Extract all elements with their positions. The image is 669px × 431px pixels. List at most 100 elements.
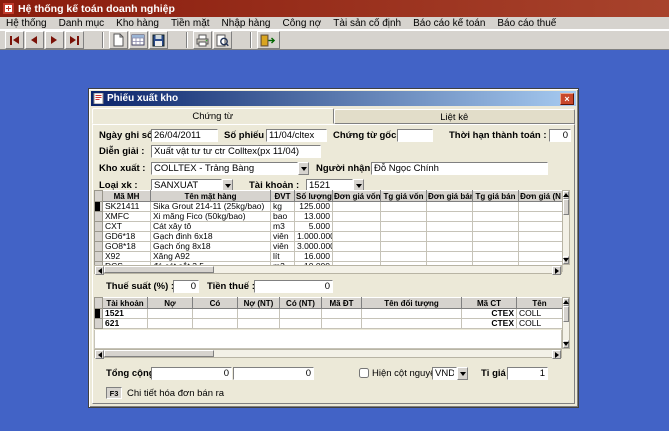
cell[interactable] — [322, 309, 362, 319]
dialog-titlebar[interactable]: Phiếu xuất kho × — [91, 91, 576, 106]
cell[interactable]: 1521 — [103, 309, 148, 319]
row-selector[interactable] — [95, 222, 103, 232]
items-grid-vscrollbar[interactable] — [562, 190, 570, 265]
cell[interactable]: 621 — [103, 319, 148, 329]
menu-tai-san[interactable]: Tài sản cố định — [327, 17, 407, 30]
previous-record-button[interactable] — [25, 31, 44, 49]
ngay-ghi-so-field[interactable] — [151, 129, 218, 142]
first-record-button[interactable] — [5, 31, 24, 49]
print-button[interactable] — [193, 31, 212, 49]
cell[interactable] — [519, 242, 563, 252]
cell[interactable] — [473, 232, 519, 242]
cell[interactable]: 5.000 — [295, 222, 333, 232]
row-selector[interactable] — [95, 309, 103, 319]
cell[interactable] — [362, 309, 462, 319]
cell[interactable]: CTEX — [462, 319, 517, 329]
cell[interactable] — [381, 242, 427, 252]
cell[interactable] — [322, 319, 362, 329]
cell[interactable] — [427, 202, 473, 212]
save-button[interactable] — [149, 31, 168, 49]
cell[interactable]: GD6*18 — [103, 232, 151, 242]
cell[interactable] — [333, 252, 381, 262]
cell[interactable] — [148, 309, 193, 319]
cell[interactable] — [193, 309, 238, 319]
cell[interactable]: Xi măng Fico (50kg/bao) — [151, 212, 271, 222]
tab-chung-tu[interactable]: Chứng từ — [92, 108, 334, 124]
row-selector[interactable] — [95, 202, 103, 212]
cell[interactable]: 3.000.000 — [295, 242, 333, 252]
cell[interactable]: viên — [271, 242, 295, 252]
cell[interactable] — [333, 202, 381, 212]
cell[interactable]: viên — [271, 232, 295, 242]
scroll-thumb[interactable] — [104, 350, 214, 357]
ti-gia-field[interactable] — [507, 367, 548, 380]
scroll-thumb[interactable] — [104, 266, 214, 273]
nguoi-nhan-field[interactable] — [371, 162, 548, 175]
cell[interactable]: 16.000 — [295, 252, 333, 262]
scroll-left-button[interactable] — [95, 266, 104, 275]
cell[interactable] — [333, 222, 381, 232]
cell[interactable] — [519, 232, 563, 242]
dien-giai-field[interactable] — [151, 145, 321, 158]
kho-xuat-field[interactable] — [151, 162, 298, 175]
cell[interactable]: COLL — [517, 319, 563, 329]
scroll-thumb[interactable] — [563, 306, 569, 322]
cell[interactable]: Gạch ống 8x18 — [151, 242, 271, 252]
cell[interactable] — [333, 242, 381, 252]
f3-key-button[interactable]: F3 — [106, 387, 122, 399]
cell[interactable]: GO8*18 — [103, 242, 151, 252]
cell[interactable]: COLL — [517, 309, 563, 319]
cell[interactable] — [381, 222, 427, 232]
hien-cot-nguyen-te-checkbox[interactable] — [359, 368, 369, 378]
cell[interactable] — [473, 222, 519, 232]
exit-button[interactable] — [257, 31, 280, 49]
scroll-down-button[interactable] — [563, 256, 569, 264]
scroll-right-button[interactable] — [552, 350, 561, 359]
cell[interactable] — [362, 319, 462, 329]
menu-cong-no[interactable]: Công nợ — [276, 17, 327, 30]
menu-he-thong[interactable]: Hệ thống — [0, 17, 53, 30]
cell[interactable]: lít — [271, 252, 295, 262]
row-selector[interactable] — [95, 242, 103, 252]
menu-bao-cao-thue[interactable]: Báo cáo thuế — [491, 17, 562, 30]
cell[interactable] — [280, 309, 322, 319]
cell[interactable] — [381, 202, 427, 212]
scroll-down-button[interactable] — [563, 340, 569, 348]
cell[interactable] — [473, 212, 519, 222]
cell[interactable] — [427, 212, 473, 222]
cell[interactable]: SK21411 — [103, 202, 151, 212]
cell[interactable] — [148, 319, 193, 329]
cell[interactable] — [427, 232, 473, 242]
so-phieu-field[interactable] — [266, 129, 327, 142]
thue-suat-field[interactable] — [173, 280, 199, 293]
currency-field[interactable] — [432, 367, 457, 380]
cell[interactable] — [473, 252, 519, 262]
cell[interactable] — [238, 309, 280, 319]
tab-liet-ke[interactable]: Liệt kê — [334, 109, 576, 124]
close-button[interactable]: × — [560, 93, 574, 105]
cell[interactable]: kg — [271, 202, 295, 212]
currency-dropdown-button[interactable] — [457, 367, 468, 380]
accounts-grid-vscrollbar[interactable] — [562, 297, 570, 349]
cell[interactable]: 13.000 — [295, 212, 333, 222]
cell[interactable]: Sika Grout 214-11 (25kg/bao) — [151, 202, 271, 212]
cell[interactable] — [333, 232, 381, 242]
cell[interactable]: Cát xây tô — [151, 222, 271, 232]
items-grid-hscrollbar[interactable] — [94, 265, 562, 274]
row-selector[interactable] — [95, 252, 103, 262]
cell[interactable] — [381, 232, 427, 242]
cell[interactable]: X92 — [103, 252, 151, 262]
tien-thue-field[interactable] — [254, 280, 333, 293]
scroll-up-button[interactable] — [563, 298, 569, 306]
tong-cong-field-1[interactable] — [151, 367, 232, 380]
cell[interactable]: CXT — [103, 222, 151, 232]
cell[interactable] — [519, 202, 563, 212]
menu-nhap-hang[interactable]: Nhập hàng — [216, 17, 277, 30]
browse-table-button[interactable] — [129, 31, 148, 49]
new-document-button[interactable] — [109, 31, 128, 49]
menu-bao-cao-ke-toan[interactable]: Báo cáo kế toán — [407, 17, 491, 30]
cell[interactable] — [519, 222, 563, 232]
menu-tien-mat[interactable]: Tiền mặt — [165, 17, 216, 30]
cell[interactable] — [381, 252, 427, 262]
cell[interactable] — [280, 319, 322, 329]
